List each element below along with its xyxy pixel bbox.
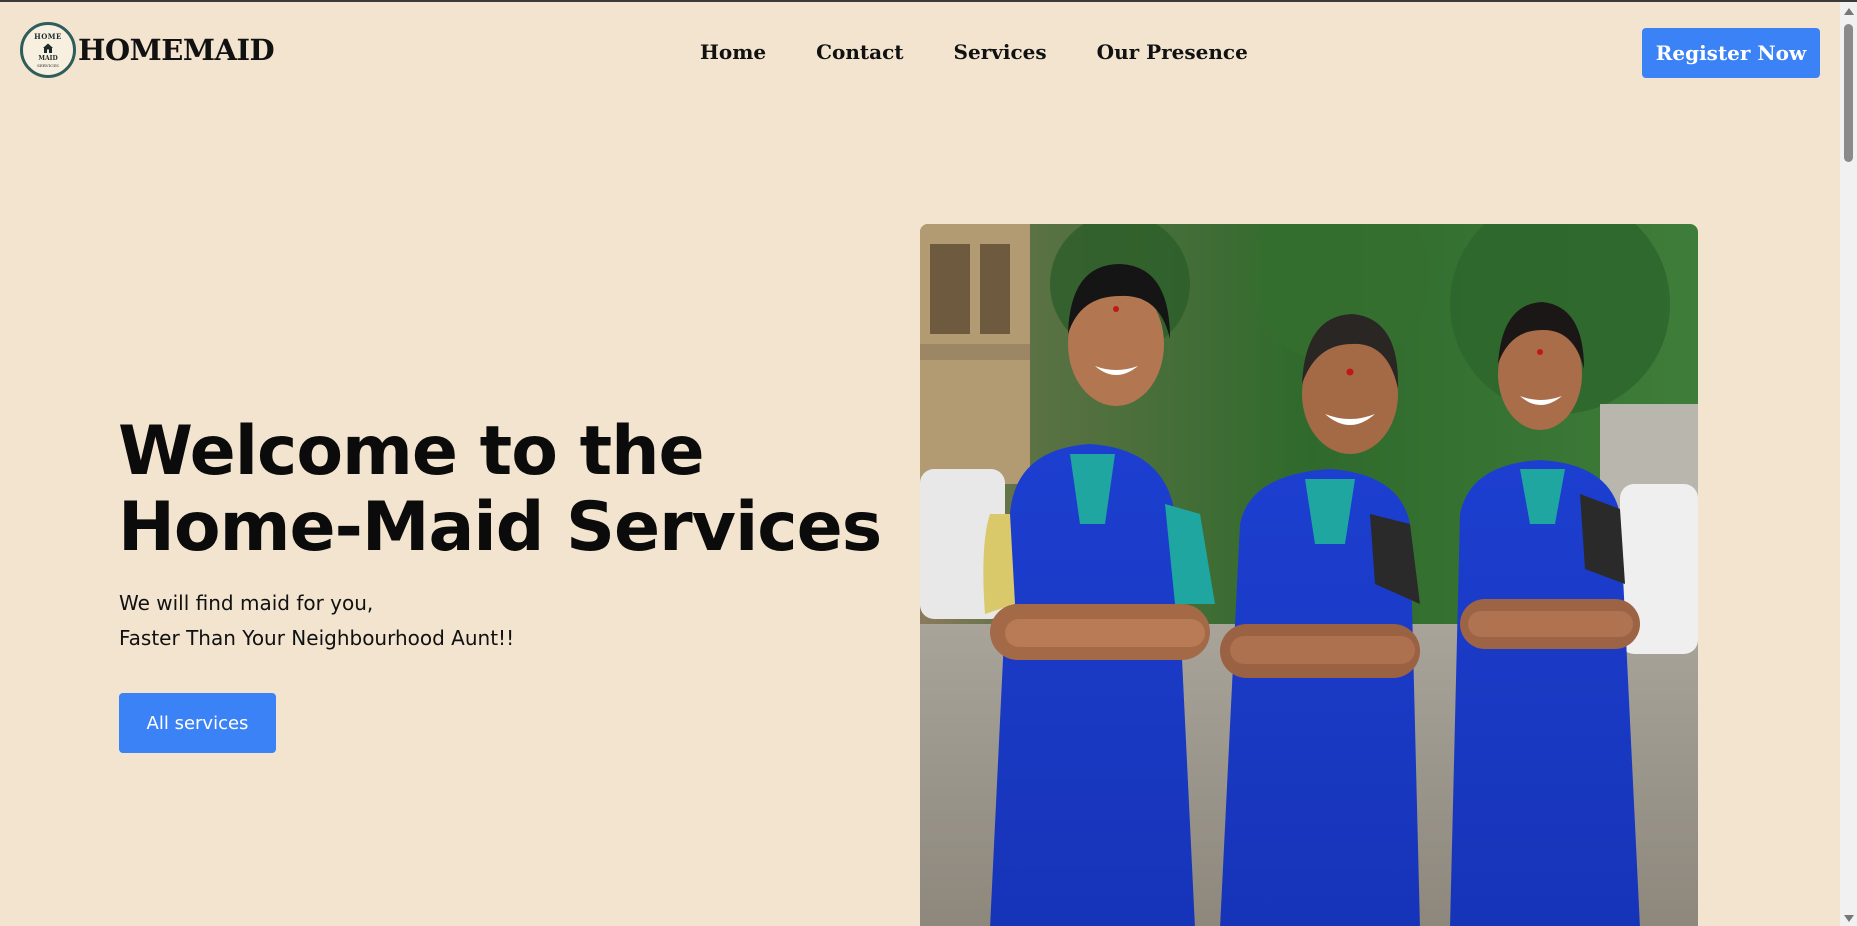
register-now-button[interactable]: Register Now	[1642, 28, 1820, 78]
logo-middle-text: MAID	[38, 55, 58, 62]
hero-subtitle: We will find maid for you, Faster Than Y…	[119, 586, 514, 656]
hero-title-line-1: Welcome to the	[118, 412, 705, 491]
vertical-scrollbar[interactable]	[1840, 2, 1857, 926]
logo-top-text: HOME	[34, 32, 62, 41]
hero-title: Welcome to the Home-Maid Services	[118, 412, 882, 567]
scrollbar-thumb[interactable]	[1844, 24, 1853, 162]
nav-contact[interactable]: Contact	[816, 40, 903, 64]
hero-subtitle-line-2: Faster Than Your Neighbourhood Aunt!!	[119, 626, 515, 650]
logo-emblem: HOME MAID SERVICES	[20, 22, 76, 78]
house-icon	[43, 43, 53, 53]
logo[interactable]: HOME MAID SERVICES HOMEMAID	[20, 22, 275, 78]
nav-our-presence[interactable]: Our Presence	[1097, 40, 1248, 64]
hero-photo	[920, 224, 1698, 926]
brand-name: HOMEMAID	[78, 33, 275, 67]
site-header: HOME MAID SERVICES HOMEMAID Home Contact…	[0, 2, 1840, 102]
main-nav: Home Contact Services Our Presence	[700, 40, 1298, 64]
hero-title-line-2: Home-Maid Services	[118, 488, 882, 567]
hero-subtitle-line-1: We will find maid for you,	[119, 591, 374, 615]
scroll-down-arrow-icon[interactable]	[1844, 915, 1854, 922]
scroll-up-arrow-icon[interactable]	[1844, 8, 1854, 15]
nav-home[interactable]: Home	[700, 40, 766, 64]
logo-bottom-text: SERVICES	[37, 63, 59, 68]
nav-services[interactable]: Services	[954, 40, 1047, 64]
all-services-button[interactable]: All services	[119, 693, 276, 753]
maids-photo-illustration	[920, 224, 1698, 926]
